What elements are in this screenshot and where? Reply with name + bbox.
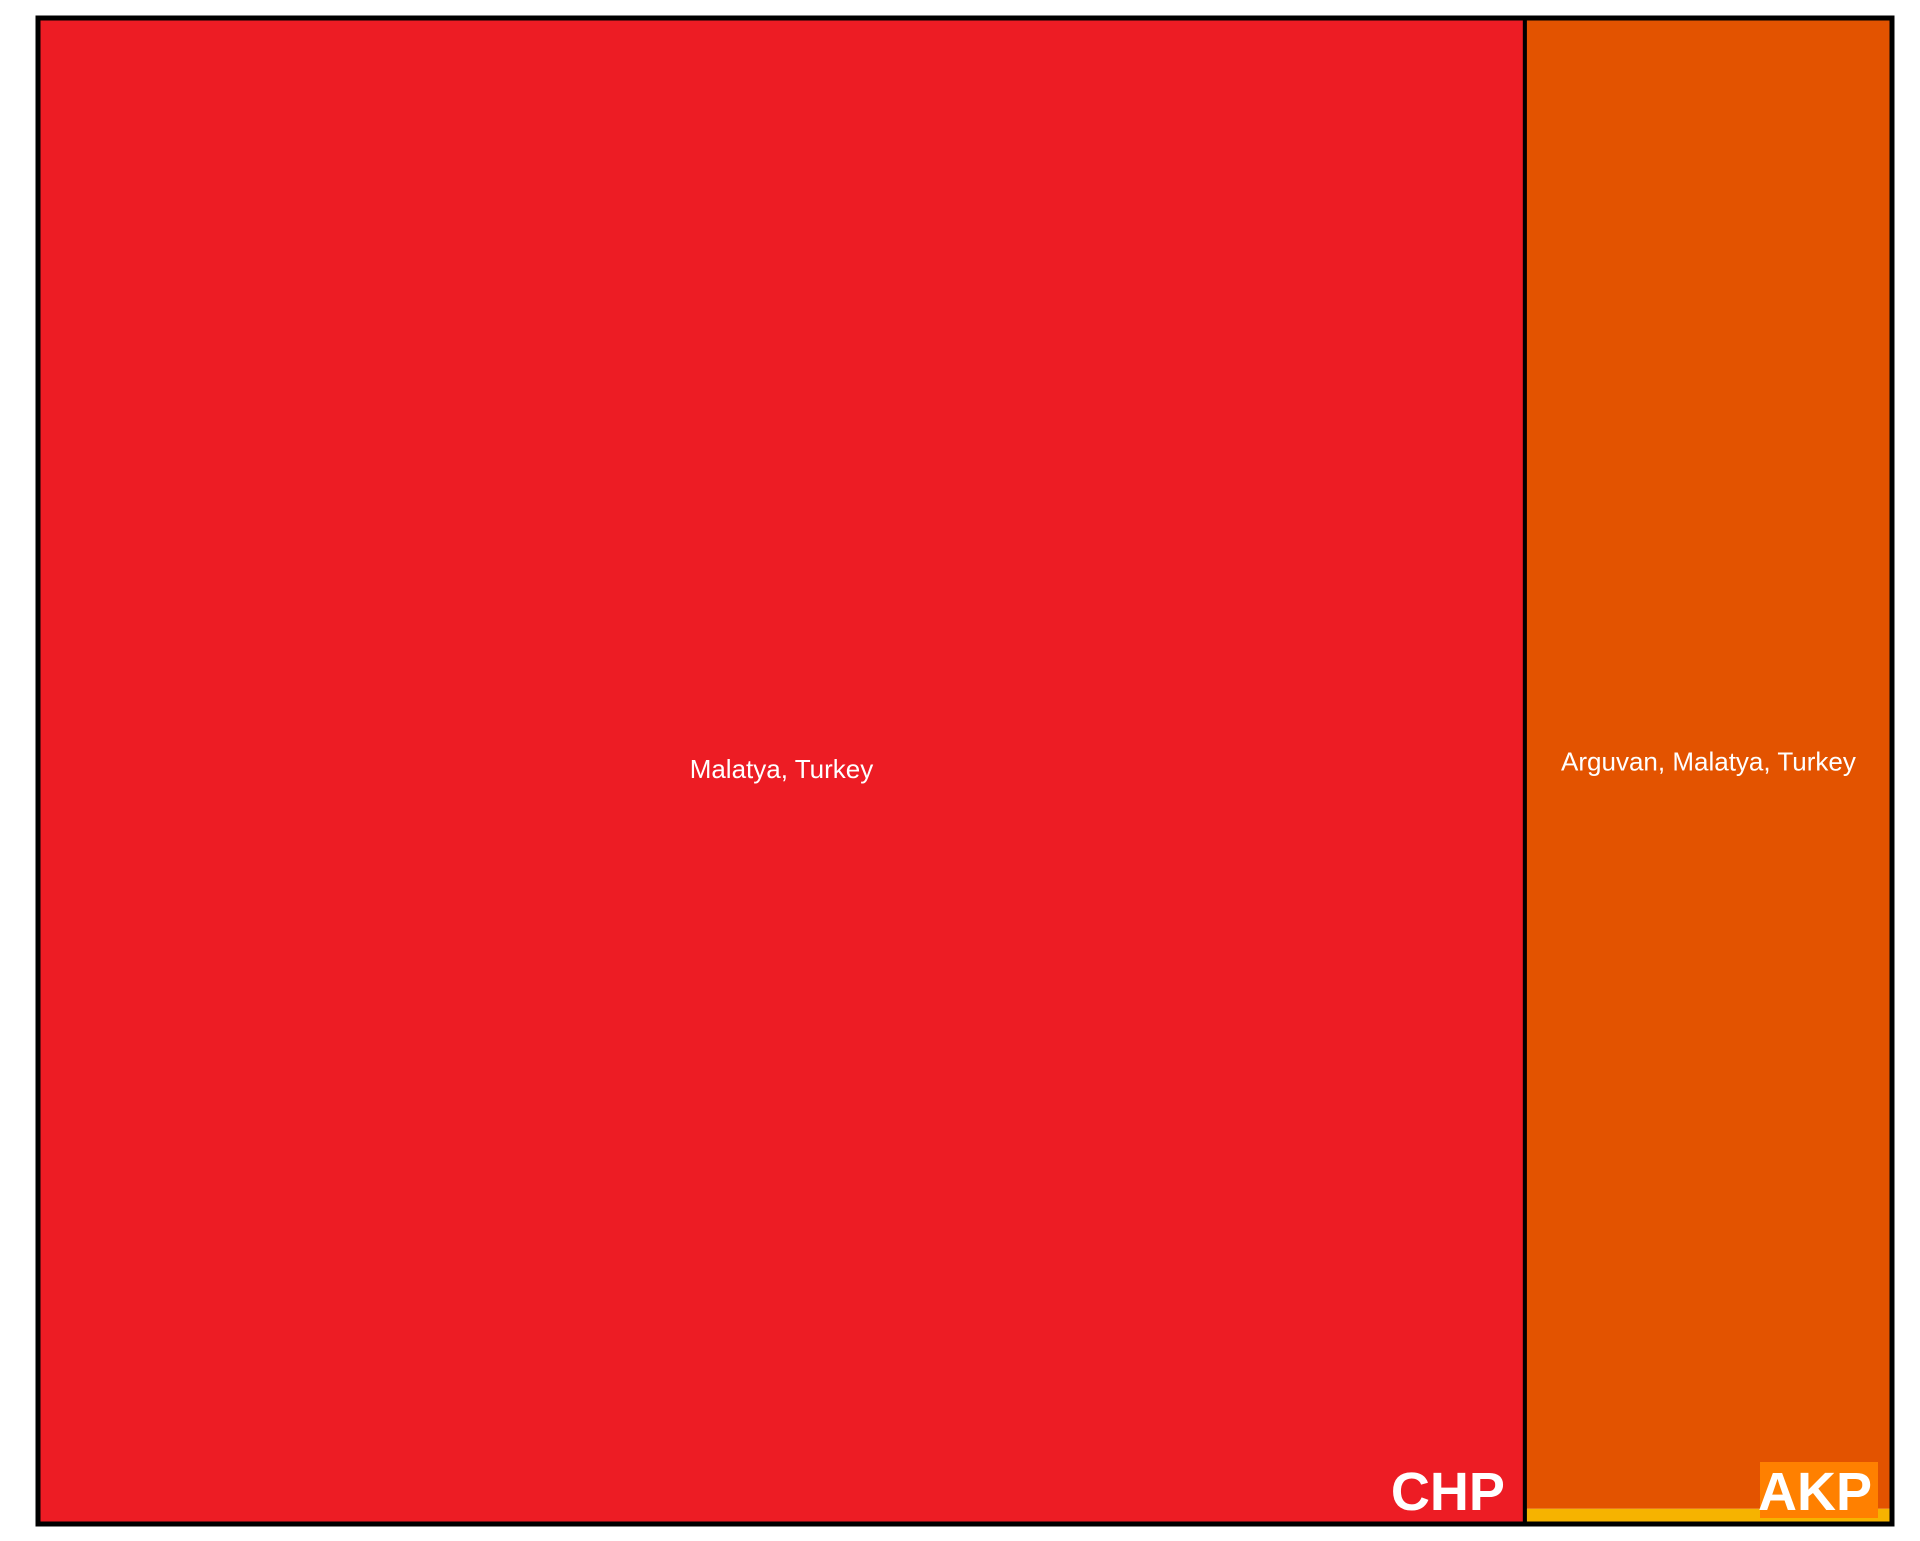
group-label-chp: CHP [1391,1462,1505,1522]
group-label-akp: AKP [1758,1462,1872,1522]
treemap-chart: Malatya, Turkey Arguvan, Malatya, Turkey C… [0,0,1920,1536]
cell-label-arguvan-malatya-turkey: Arguvan, Malatya, Turkey [1561,746,1856,776]
treemap-svg: Malatya, Turkey Arguvan, Malatya, Turkey C… [35,15,1895,1527]
cell-label-malatya-turkey: Malatya, Turkey [690,754,874,784]
